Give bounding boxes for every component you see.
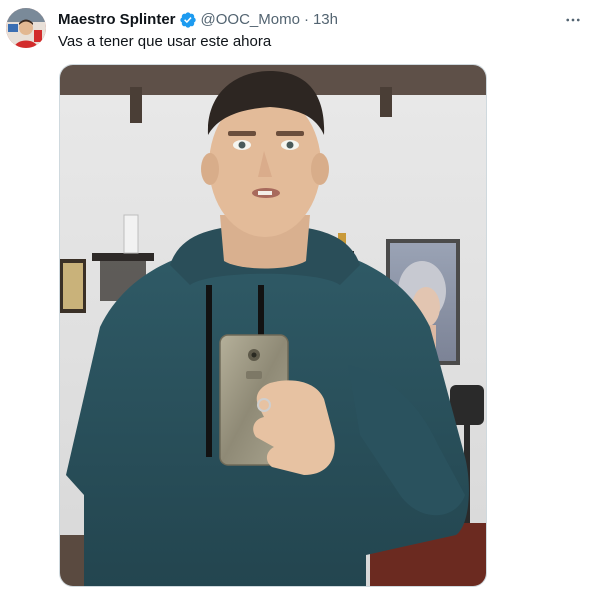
post-timestamp[interactable]: 13h [313, 10, 338, 30]
tweet-photo[interactable] [59, 64, 487, 587]
tweet[interactable]: Maestro Splinter @OOC_Momo · 13h Vas a t… [0, 0, 599, 591]
tweet-header: Maestro Splinter @OOC_Momo · 13h [58, 10, 549, 30]
avatar-image [6, 8, 46, 48]
author-handle[interactable]: @OOC_Momo [201, 10, 300, 30]
mirror-selfie-photo [60, 65, 486, 586]
separator-dot: · [303, 11, 309, 28]
tweet-text: Vas a tener que usar este ahora [58, 33, 272, 50]
verified-badge-icon [179, 11, 197, 29]
author-display-name[interactable]: Maestro Splinter [58, 10, 176, 30]
more-options-icon[interactable] [561, 8, 585, 32]
author-avatar[interactable] [6, 8, 46, 48]
